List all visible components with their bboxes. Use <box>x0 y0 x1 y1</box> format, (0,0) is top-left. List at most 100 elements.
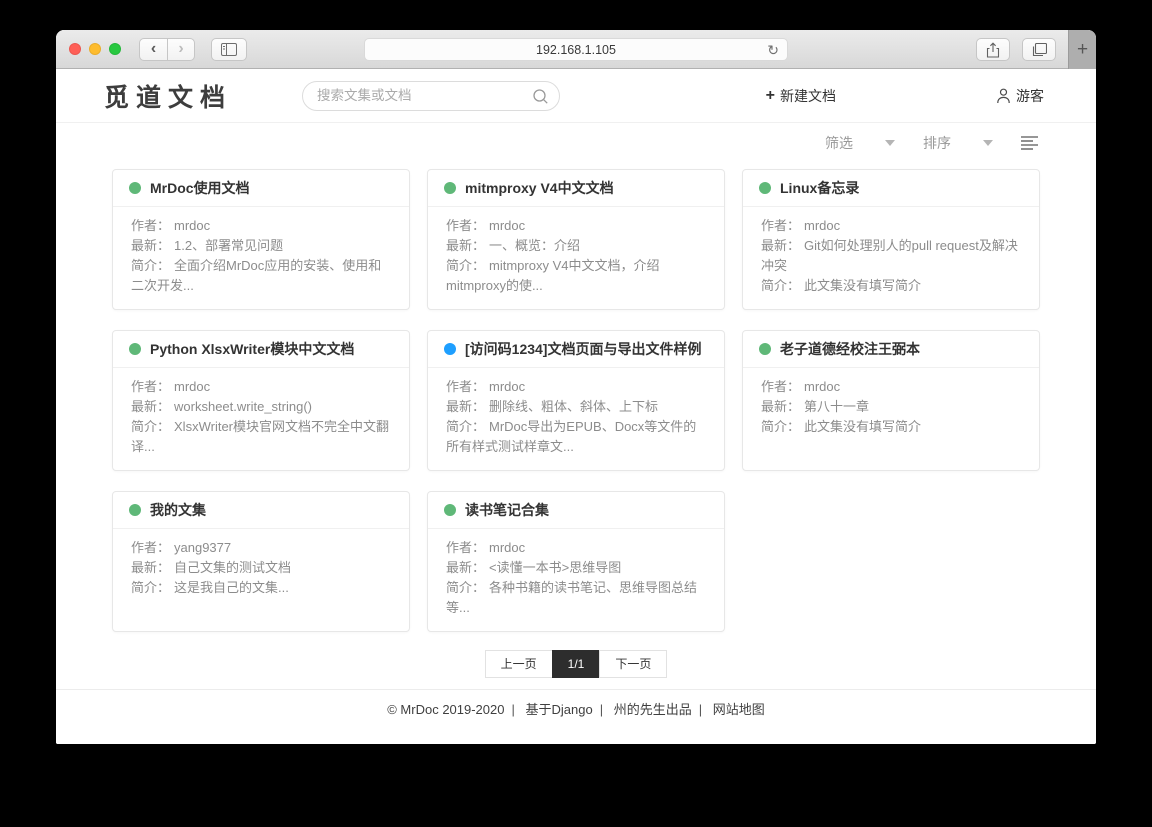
latest-label: 最新： <box>761 399 800 414</box>
back-icon: ‹ <box>151 41 156 57</box>
author-line: 作者： mrdoc <box>446 377 708 397</box>
share-button[interactable] <box>976 38 1010 61</box>
author-value: mrdoc <box>174 218 210 233</box>
intro-label: 简介： <box>761 419 800 434</box>
intro-line: 简介：各种书籍的读书笔记、思维导图总结等... <box>446 578 708 618</box>
intro-value: 此文集没有填写简介 <box>804 278 921 293</box>
collection-card[interactable]: 读书笔记合集 作者：mrdoc 最新：<读懂一本书>思维导图 简介：各种书籍的读… <box>427 491 725 632</box>
list-icon <box>1021 135 1038 151</box>
close-window-button[interactable] <box>69 43 81 55</box>
latest-line: 最新：<读懂一本书>思维导图 <box>446 558 708 578</box>
author-line: 作者：mrdoc <box>446 538 708 558</box>
plus-icon: + <box>1077 39 1088 61</box>
prev-page-button[interactable]: 上一页 <box>485 650 553 678</box>
search-input[interactable] <box>317 88 527 103</box>
user-menu[interactable]: 游客 <box>996 86 1044 106</box>
collection-card-body: 作者：mrdoc 最新：一、概览：介绍 简介：mitmproxy V4中文文档，… <box>428 207 724 296</box>
zoom-window-button[interactable] <box>109 43 121 55</box>
collection-card[interactable]: 我的文集 作者：yang9377 最新：自己文集的测试文档 简介：这是我自己的文… <box>112 491 410 632</box>
latest-line: 最新：Git如何处理别人的pull request及解决冲突 <box>761 236 1023 276</box>
latest-value: worksheet.write_string() <box>174 399 312 414</box>
copyright-text: © MrDoc 2019-2020 <box>387 702 504 717</box>
author-line: 作者：mrdoc <box>446 216 708 236</box>
back-button[interactable]: ‹ <box>140 39 167 60</box>
filter-dropdown[interactable]: 筛选 <box>825 133 895 153</box>
intro-label: 简介： <box>131 580 170 595</box>
sitemap-link[interactable]: 网站地图 <box>713 702 765 717</box>
collection-status-dot <box>129 182 141 194</box>
collection-title: 读书笔记合集 <box>465 500 549 520</box>
list-view-toggle[interactable] <box>1021 135 1038 151</box>
sort-dropdown[interactable]: 排序 <box>923 133 993 153</box>
pagination: 上一页 1/1 下一页 <box>56 650 1096 678</box>
collection-card[interactable]: [访问码1234]文档页面与导出文件样例 作者：mrdoc 最新：删除线、粗体、… <box>427 330 725 471</box>
django-link[interactable]: 基于Django <box>526 702 593 717</box>
browser-window: ‹ › 192.168.1.105 ↻ <box>56 30 1096 744</box>
author-value: yang9377 <box>174 540 231 555</box>
intro-line: 简介：mitmproxy V4中文文档，介绍mitmproxy的使... <box>446 256 708 296</box>
intro-label: 简介： <box>446 258 485 273</box>
collection-card[interactable]: MrDoc使用文档 作者：mrdoc 最新：1.2、部署常见问题 简介：全面介绍… <box>112 169 410 310</box>
intro-value: 此文集没有填写简介 <box>804 419 921 434</box>
sidebar-toggle-button[interactable] <box>211 38 247 61</box>
author-value: mrdoc <box>489 379 525 394</box>
author-line: 作者：mrdoc <box>761 377 1023 397</box>
collection-card[interactable]: 老子道德经校注王弼本 作者：mrdoc 最新：第八十一章 简介：此文集没有填写简… <box>742 330 1040 471</box>
collection-card-body: 作者：mrdoc 最新：<读懂一本书>思维导图 简介：各种书籍的读书笔记、思维导… <box>428 529 724 618</box>
collection-title: 老子道德经校注王弼本 <box>780 339 920 359</box>
author-line: 作者：mrdoc <box>131 216 393 236</box>
collection-status-dot <box>444 182 456 194</box>
new-document-button[interactable]: + 新建文档 <box>766 86 836 106</box>
intro-line: 简介：此文集没有填写简介 <box>761 276 1023 296</box>
collection-status-dot <box>129 343 141 355</box>
author-value: mrdoc <box>804 218 840 233</box>
sort-label: 排序 <box>923 133 951 153</box>
collection-card-header: MrDoc使用文档 <box>113 170 409 207</box>
filter-label: 筛选 <box>825 133 853 153</box>
collection-card[interactable]: Linux备忘录 作者：mrdoc 最新：Git如何处理别人的pull requ… <box>742 169 1040 310</box>
latest-line: 最新：自己文集的测试文档 <box>131 558 393 578</box>
producer-link[interactable]: 州的先生出品 <box>614 702 692 717</box>
collection-card[interactable]: mitmproxy V4中文文档 作者：mrdoc 最新：一、概览：介绍 简介：… <box>427 169 725 310</box>
collection-card-header: [访问码1234]文档页面与导出文件样例 <box>428 331 724 368</box>
search-icon[interactable] <box>532 88 549 105</box>
collection-card[interactable]: Python XlsxWriter模块中文文档 作者：mrdoc 最新：work… <box>112 330 410 471</box>
url-text: 192.168.1.105 <box>536 43 616 57</box>
latest-line: 最新：1.2、部署常见问题 <box>131 236 393 256</box>
collection-card-header: 老子道德经校注王弼本 <box>743 331 1039 368</box>
intro-line: 简介：全面介绍MrDoc应用的安装、使用和二次开发... <box>131 256 393 296</box>
latest-label: 最新： <box>131 399 170 414</box>
collection-status-dot <box>444 504 456 516</box>
intro-value: 这是我自己的文集... <box>174 580 289 595</box>
page-content: 觅道文档 + 新建文档 游客 筛选 <box>56 69 1096 744</box>
collection-card-body: 作者：yang9377 最新：自己文集的测试文档 简介：这是我自己的文集... <box>113 529 409 598</box>
sidebar-icon <box>221 43 237 56</box>
collection-card-body: 作者：mrdoc 最新：1.2、部署常见问题 简介：全面介绍MrDoc应用的安装… <box>113 207 409 296</box>
minimize-window-button[interactable] <box>89 43 101 55</box>
collection-card-header: 读书笔记合集 <box>428 492 724 529</box>
author-label: 作者： <box>446 540 485 555</box>
tab-overview-button[interactable] <box>1022 38 1056 61</box>
reload-icon[interactable]: ↻ <box>767 42 779 59</box>
next-page-button[interactable]: 下一页 <box>599 650 667 678</box>
author-label: 作者： <box>446 379 485 394</box>
author-label: 作者： <box>131 379 170 394</box>
collection-card-header: 我的文集 <box>113 492 409 529</box>
collection-status-dot <box>444 343 456 355</box>
collection-title: mitmproxy V4中文文档 <box>465 178 614 198</box>
collection-title: 我的文集 <box>150 500 206 520</box>
intro-label: 简介： <box>131 419 170 434</box>
latest-value: 自己文集的测试文档 <box>174 560 291 575</box>
search-box <box>302 81 560 111</box>
collection-card-body: 作者：mrdoc 最新：第八十一章 简介：此文集没有填写简介 <box>743 368 1039 437</box>
collection-card-body: 作者：mrdoc 最新：Git如何处理别人的pull request及解决冲突 … <box>743 207 1039 296</box>
site-logo[interactable]: 觅道文档 <box>104 78 232 114</box>
collection-title: Linux备忘录 <box>780 178 859 198</box>
chevron-down-icon <box>885 140 895 146</box>
forward-button[interactable]: › <box>167 39 194 60</box>
author-line: 作者：mrdoc <box>131 377 393 397</box>
traffic-lights <box>69 43 121 55</box>
author-label: 作者： <box>761 379 800 394</box>
new-tab-button[interactable]: + <box>1068 30 1096 69</box>
address-bar[interactable]: 192.168.1.105 ↻ <box>364 38 788 61</box>
